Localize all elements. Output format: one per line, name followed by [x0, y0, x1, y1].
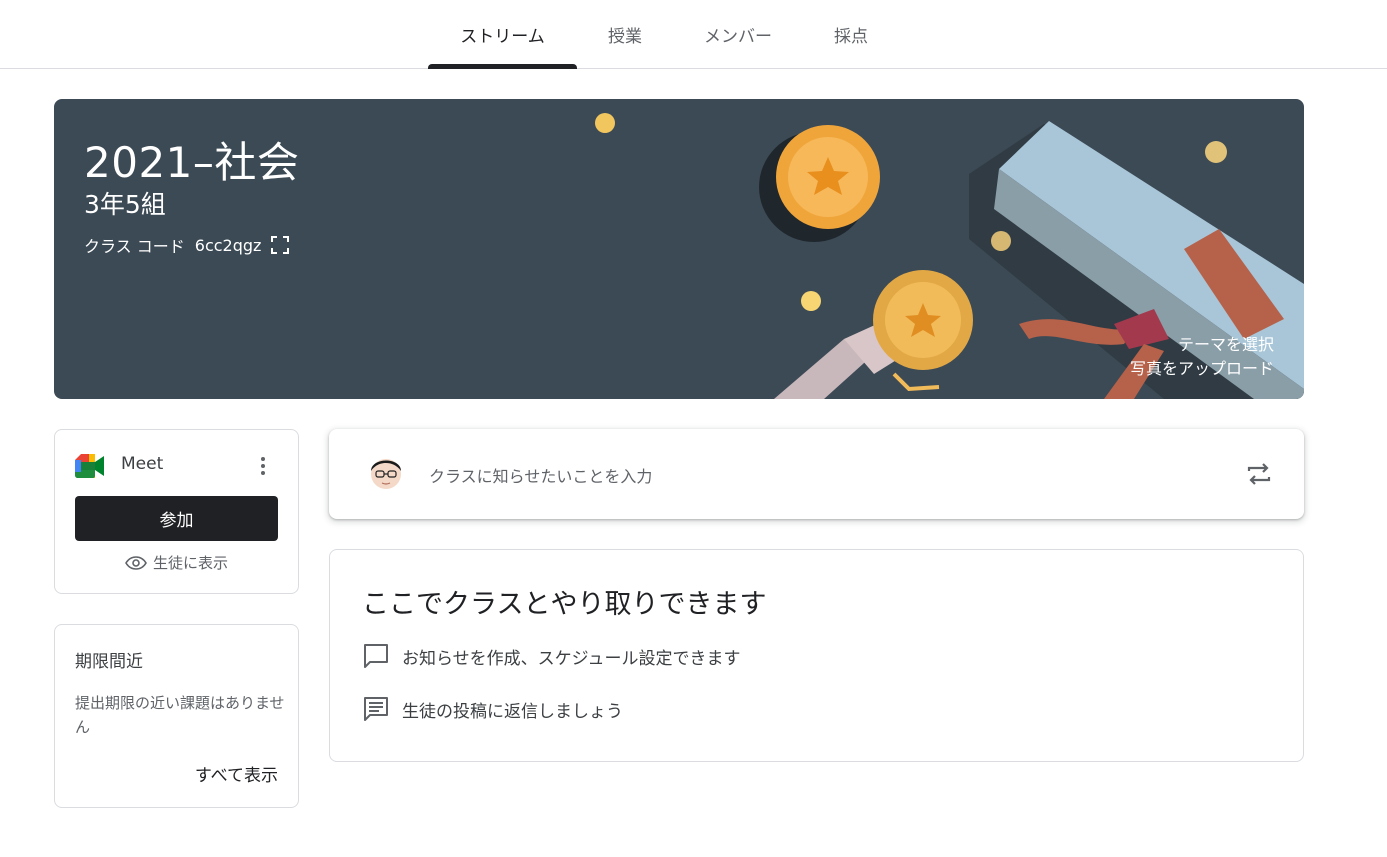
visible-to-students-row[interactable]: 生徒に表示 — [55, 552, 298, 573]
avatar — [371, 459, 401, 489]
join-meet-button[interactable]: 参加 — [75, 496, 278, 541]
class-code-value: 6cc2qgz — [194, 235, 262, 255]
chat-lines-icon — [364, 697, 388, 721]
info-title: ここでクラスとやり取りできます — [362, 589, 767, 620]
info-item: 生徒の投稿に返信しましょう — [362, 695, 623, 723]
view-all-link[interactable]: すべて表示 — [195, 761, 278, 786]
tab-stream[interactable]: ストリーム — [428, 0, 577, 69]
class-banner: 2021–社会 3年5組 クラス コード 6cc2qgz テーマを選択 写真をア… — [54, 99, 1304, 399]
class-section: 3年5組 — [84, 190, 166, 219]
class-code-row: クラス コード 6cc2qgz — [84, 233, 290, 257]
repost-icon[interactable] — [1245, 460, 1273, 488]
upcoming-title: 期限間近 — [75, 652, 143, 672]
announce-placeholder[interactable]: クラスに知らせたいことを入力 — [429, 463, 652, 487]
meet-card: Meet 参加 生徒に表示 — [54, 429, 299, 594]
select-theme-link[interactable]: テーマを選択 — [1178, 331, 1274, 355]
upcoming-message: 提出期限の近い課題はありません — [75, 694, 285, 736]
upload-photo-link[interactable]: 写真をアップロード — [1130, 355, 1274, 379]
more-options-icon[interactable] — [253, 454, 273, 478]
class-code-label: クラス コード — [84, 237, 185, 256]
announce-box[interactable]: クラスに知らせたいことを入力 — [329, 429, 1304, 519]
fullscreen-icon[interactable] — [271, 236, 290, 254]
top-tab-bar: ストリーム 授業 メンバー 採点 — [0, 0, 1387, 69]
stream-info-card: ここでクラスとやり取りできます お知らせを作成、スケジュール設定できます 生徒の… — [329, 549, 1304, 762]
comment-icon — [364, 644, 388, 668]
info-item-text: 生徒の投稿に返信しましょう — [402, 701, 623, 722]
tab-classwork[interactable]: 授業 — [590, 0, 660, 68]
info-item-text: お知らせを作成、スケジュール設定できます — [402, 648, 741, 669]
info-item: お知らせを作成、スケジュール設定できます — [362, 642, 740, 670]
meet-label: Meet — [121, 454, 164, 474]
eye-icon — [125, 555, 147, 570]
visible-to-students-label: 生徒に表示 — [152, 554, 228, 572]
tab-grades[interactable]: 採点 — [815, 0, 887, 68]
tab-people[interactable]: メンバー — [690, 0, 786, 68]
upcoming-card: 期限間近 提出期限の近い課題はありません すべて表示 — [54, 624, 299, 808]
google-meet-icon — [75, 454, 104, 478]
class-title: 2021–社会 — [84, 138, 300, 187]
